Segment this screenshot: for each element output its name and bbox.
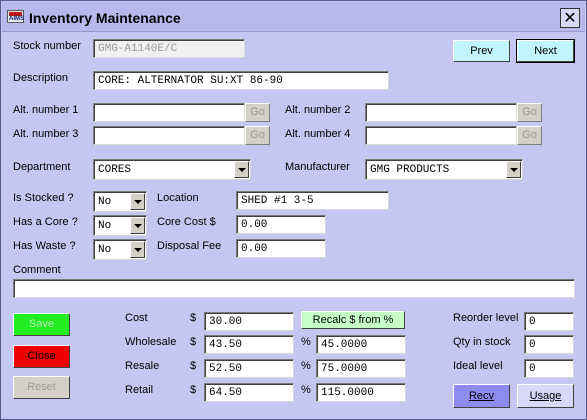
qty-in-stock-field[interactable]: 0 [524,335,574,354]
has-waste-select[interactable]: No [93,239,147,260]
manufacturer-value: GMG PRODUCTS [370,164,450,176]
prev-button[interactable]: Prev [453,40,510,62]
department-value: CORES [98,164,132,176]
qty-in-stock-label: Qty in stock [453,336,511,348]
has-core-select[interactable]: No [93,215,147,236]
stock-number-field[interactable]: GMG-A1140E/C [93,39,245,58]
cost-field[interactable]: 30.00 [204,312,294,331]
wholesale-price-field[interactable]: 43.50 [204,335,294,354]
wholesale-label: Wholesale [125,336,177,348]
department-label: Department [13,161,71,173]
retail-percent-field[interactable]: 115.0000 [316,383,406,402]
alt-number-1-go-button[interactable]: Go [245,103,270,122]
wholesale-percent-field[interactable]: 45.0000 [316,335,406,354]
core-cost-field[interactable]: 0.00 [236,215,326,234]
next-button[interactable]: Next [516,39,575,63]
usage-button[interactable]: Usage [517,384,574,408]
retail-label: Retail [125,384,154,396]
has-waste-value: No [98,244,112,256]
disposal-fee-label: Disposal Fee [157,240,222,252]
disposal-fee-field[interactable]: 0.00 [236,239,326,258]
reorder-level-field[interactable]: 0 [524,312,574,331]
recv-button[interactable]: Recv [453,384,510,408]
core-cost-label: Core Cost $ [157,216,216,228]
alt-number-2-go-button[interactable]: Go [517,103,542,122]
manufacturer-label: Manufacturer [285,161,350,173]
is-stocked-select[interactable]: No [93,191,147,212]
chevron-down-icon[interactable] [130,241,145,258]
is-stocked-label: Is Stocked ? [13,192,74,204]
alt-number-2-label: Alt. number 2 [285,104,351,116]
wholesale-dollar-sign: $ [190,336,197,348]
retail-price-field[interactable]: 64.50 [204,383,294,402]
resale-percent-sign: % [301,360,311,372]
close-window-icon[interactable]: ✕ [560,8,580,28]
inventory-maintenance-window: AIMS Inventory Maintenance ✕ Prev Next S… [0,0,587,420]
chevron-down-icon[interactable] [130,217,145,234]
alt-number-4-go-button[interactable]: Go [517,126,542,145]
save-button[interactable]: Save [13,313,70,336]
alt-number-3-label: Alt. number 3 [13,128,79,140]
title-bar: AIMS Inventory Maintenance ✕ [2,2,585,32]
alt-number-4-label: Alt. number 4 [285,128,351,140]
close-button[interactable]: Close [13,345,70,368]
alt-number-2-field[interactable] [365,103,517,122]
chevron-down-icon[interactable] [234,161,249,178]
reset-button[interactable]: Reset [13,376,70,399]
comment-field[interactable] [13,279,575,298]
has-core-value: No [98,220,112,232]
resale-label: Resale [125,360,160,372]
manufacturer-select[interactable]: GMG PRODUCTS [365,159,523,180]
retail-percent-sign: % [301,384,311,396]
alt-number-3-go-button[interactable]: Go [245,126,270,145]
alt-number-1-label: Alt. number 1 [13,104,79,116]
ideal-level-field[interactable]: 0 [524,359,574,378]
resale-dollar-sign: $ [190,360,197,372]
location-label: Location [157,192,199,204]
description-label: Description [13,72,69,84]
description-field[interactable]: CORE: ALTERNATOR SU:XT 86-90 [93,71,389,90]
reorder-level-label: Reorder level [453,312,519,324]
app-logo-icon: AIMS [7,10,24,23]
cost-dollar-sign: $ [190,312,197,324]
recalc-from-percent-button[interactable]: Recalc $ from % [301,311,405,329]
chevron-down-icon[interactable] [130,193,145,210]
stock-number-label: Stock number [13,40,81,52]
wholesale-percent-sign: % [301,336,311,348]
comment-label: Comment [13,264,61,276]
department-select[interactable]: CORES [93,159,251,180]
alt-number-4-field[interactable] [365,126,517,145]
alt-number-1-field[interactable] [93,103,245,122]
alt-number-3-field[interactable] [93,126,245,145]
window-title: Inventory Maintenance [29,10,181,26]
ideal-level-label: Ideal level [453,360,503,372]
resale-percent-field[interactable]: 75.0000 [316,359,406,378]
chevron-down-icon[interactable] [506,161,521,178]
has-core-label: Has a Core ? [13,216,78,228]
location-field[interactable]: SHED #1 3-5 [236,191,389,210]
retail-dollar-sign: $ [190,384,197,396]
cost-label: Cost [125,312,148,324]
is-stocked-value: No [98,196,112,208]
resale-price-field[interactable]: 52.50 [204,359,294,378]
has-waste-label: Has Waste ? [13,240,76,252]
